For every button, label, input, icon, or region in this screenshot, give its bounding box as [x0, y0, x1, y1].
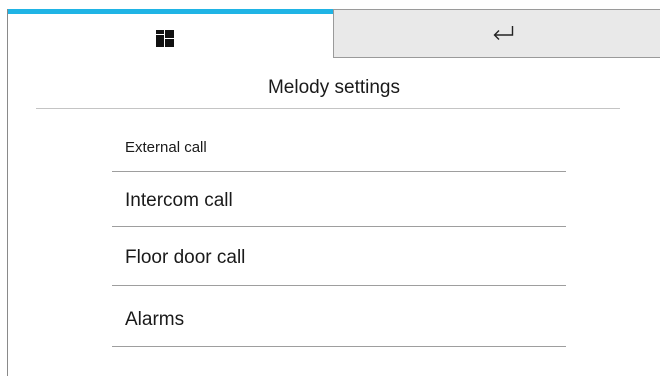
page-title: Melody settings	[267, 77, 400, 98]
item-divider	[112, 346, 566, 347]
title-divider	[36, 108, 620, 109]
menu-item-label: Floor door call	[125, 247, 246, 268]
left-frame-border	[7, 9, 8, 376]
menu-item-alarms[interactable]: Alarms	[112, 286, 566, 347]
tab-back[interactable]	[333, 9, 660, 58]
grid-icon	[156, 30, 174, 47]
menu-item-label: Intercom call	[125, 190, 233, 211]
tab-home[interactable]	[8, 9, 333, 59]
active-tab-indicator	[8, 9, 333, 14]
menu-item-intercom-call[interactable]: Intercom call	[112, 172, 566, 227]
return-arrow-icon	[493, 26, 514, 40]
menu-item-external-call[interactable]: External call	[112, 124, 566, 172]
menu-item-floor-door-call[interactable]: Floor door call	[112, 227, 566, 286]
menu-item-label: Alarms	[125, 309, 185, 330]
menu-item-label: External call	[125, 139, 207, 156]
